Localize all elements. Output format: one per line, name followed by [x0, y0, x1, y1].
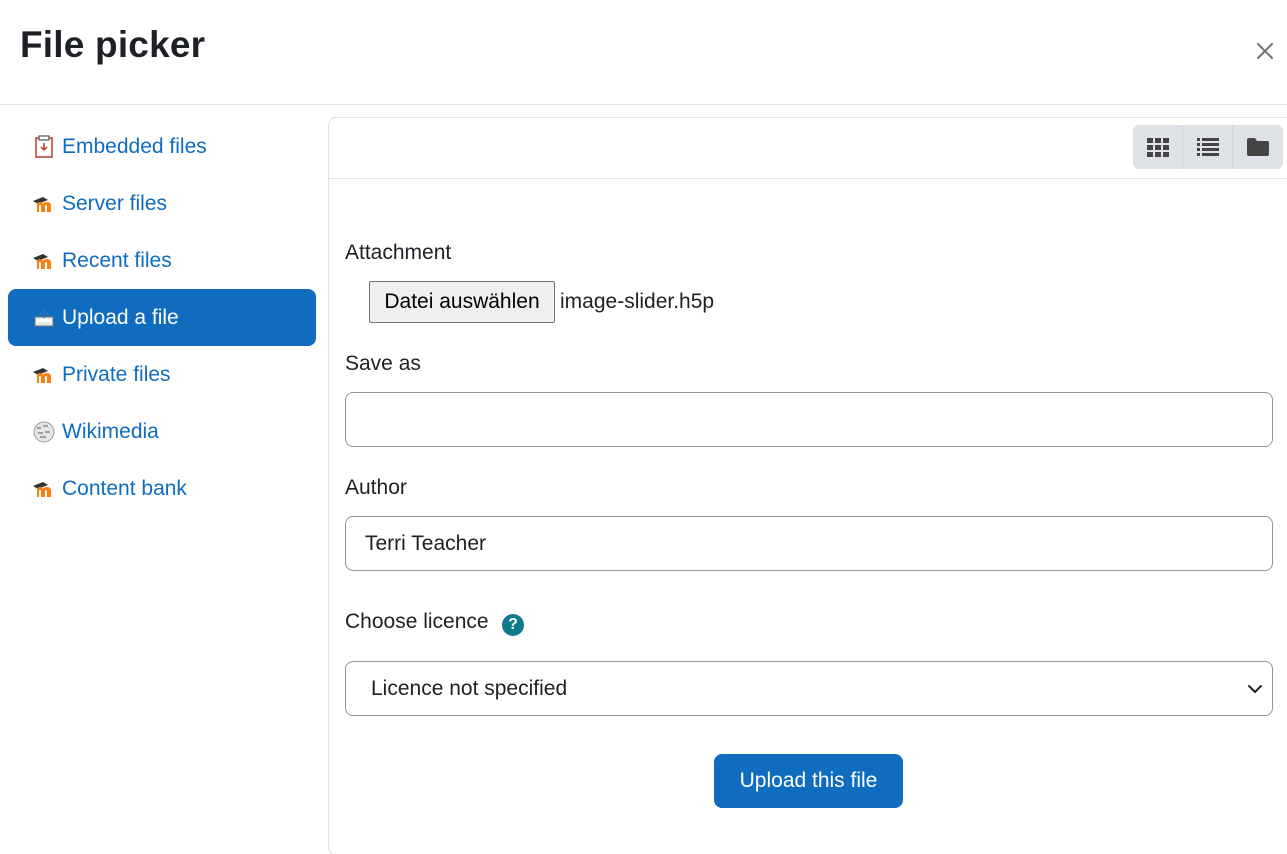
attachment-label: Attachment — [345, 241, 452, 264]
grid-view-icon[interactable] — [1133, 125, 1183, 169]
sidebar-item-label: Embedded files — [62, 134, 207, 158]
moodle-icon — [32, 192, 56, 216]
sidebar-item-label: Upload a file — [62, 305, 179, 329]
view-toolbar — [1133, 125, 1283, 169]
author-label: Author — [345, 476, 407, 499]
selected-file-name: image-slider.h5p — [560, 290, 715, 313]
sidebar-item-label: Wikimedia — [62, 419, 159, 443]
author-input[interactable]: Terri Teacher — [345, 516, 1273, 571]
help-icon[interactable]: ? — [502, 614, 524, 636]
save-as-label: Save as — [345, 352, 421, 375]
sidebar-item-embedded-files[interactable]: Embedded files — [8, 118, 316, 175]
sidebar-item-upload-a-file[interactable]: Upload a file — [8, 289, 316, 346]
moodle-icon — [32, 477, 56, 501]
sidebar-item-label: Recent files — [62, 248, 172, 272]
sidebar-item-label: Private files — [62, 362, 171, 386]
sidebar-item-private-files[interactable]: Private files — [8, 346, 316, 403]
licence-select-value: Licence not specified — [371, 676, 568, 700]
embedded-files-icon — [32, 134, 56, 159]
sidebar-item-label: Content bank — [62, 476, 187, 500]
upload-icon — [32, 306, 56, 330]
chevron-down-icon — [1248, 685, 1262, 693]
licence-label: Choose licence — [345, 610, 489, 633]
dialog-title: File picker — [20, 24, 206, 65]
sidebar-item-server-files[interactable]: Server files — [8, 175, 316, 232]
sidebar-item-wikimedia[interactable]: Wikimedia — [8, 403, 316, 460]
sidebar-item-content-bank[interactable]: Content bank — [8, 460, 316, 517]
close-icon[interactable] — [1250, 36, 1280, 66]
list-view-icon[interactable] — [1183, 125, 1233, 169]
wikimedia-icon — [32, 420, 56, 444]
save-as-input[interactable] — [345, 392, 1273, 447]
upload-this-file-button[interactable]: Upload this file — [714, 754, 903, 808]
moodle-icon — [32, 363, 56, 387]
folder-view-icon[interactable] — [1233, 125, 1283, 169]
choose-file-button[interactable]: Datei auswählen — [369, 281, 555, 323]
dialog-header: File picker — [0, 0, 1287, 105]
sidebar-item-recent-files[interactable]: Recent files — [8, 232, 316, 289]
repository-sidebar: Embedded files Server files Recent files… — [8, 118, 316, 517]
licence-select[interactable]: Licence not specified — [345, 661, 1273, 716]
sidebar-item-label: Server files — [62, 191, 168, 215]
moodle-icon — [32, 249, 56, 273]
